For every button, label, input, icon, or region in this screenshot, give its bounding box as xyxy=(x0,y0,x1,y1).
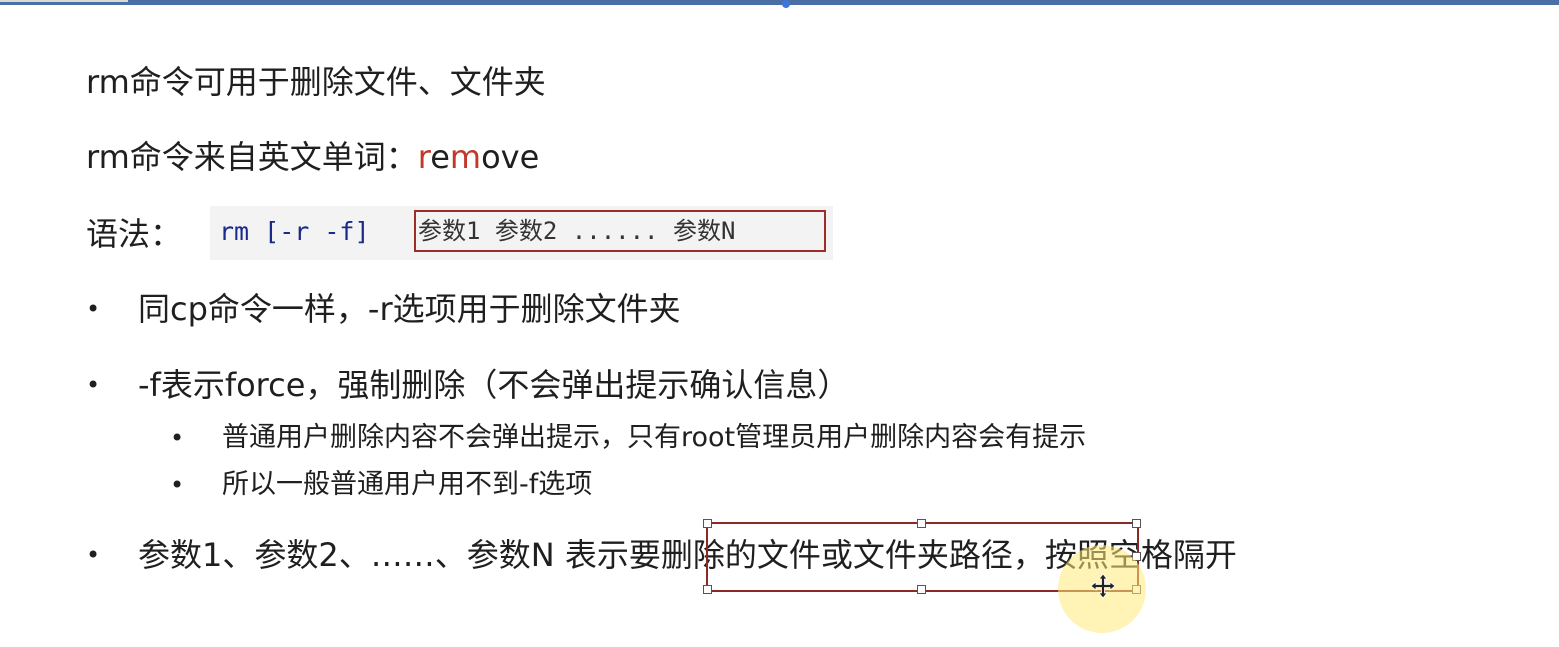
origin-word-m: m xyxy=(449,138,482,176)
sub-bullet-text-f-unused[interactable]: 所以一般普通用户用不到-f选项 xyxy=(222,467,592,503)
resize-handle-top-left[interactable] xyxy=(703,519,712,528)
bullet-text-r-option[interactable]: 同cp命令一样，-r选项用于删除文件夹 xyxy=(138,289,681,329)
origin-prefix-text: rm命令来自英文单词： xyxy=(86,138,418,176)
syntax-command-text: rm [-r -f] xyxy=(219,217,370,246)
sub-bullet-marker-1: • xyxy=(170,424,185,452)
origin-word-e: e xyxy=(430,138,450,176)
resize-handle-top-right[interactable] xyxy=(1132,519,1141,528)
origin-word-r: r xyxy=(417,138,431,176)
bullet-marker-2: • xyxy=(86,371,101,399)
sub-bullet-marker-2: • xyxy=(170,471,185,499)
bullet-marker-1: • xyxy=(86,295,101,323)
syntax-args-highlight-box[interactable]: 参数1 参数2 ...... 参数N xyxy=(414,210,826,252)
bullet-marker-3: • xyxy=(86,541,101,569)
resize-handle-bottom-center[interactable] xyxy=(917,585,926,594)
slide-canvas: rm命令可用于删除文件、文件夹 rm命令来自英文单词：remove 语法： rm… xyxy=(0,0,1559,647)
resize-handle-bottom-left[interactable] xyxy=(703,585,712,594)
resize-handle-top-center[interactable] xyxy=(917,519,926,528)
bullet-text-f-option[interactable]: -f表示force，强制删除（不会弹出提示确认信息） xyxy=(138,365,849,405)
sub-bullet-text-root-prompt[interactable]: 普通用户删除内容不会弹出提示，只有root管理员用户删除内容会有提示 xyxy=(222,420,1086,456)
syntax-label: 语法： xyxy=(86,215,183,253)
slide-line-rm-origin[interactable]: rm命令来自英文单词：remove xyxy=(86,137,539,177)
move-icon xyxy=(1090,573,1116,599)
origin-word-ove: ove xyxy=(481,138,540,176)
slide-line-rm-description[interactable]: rm命令可用于删除文件、文件夹 xyxy=(86,62,546,102)
